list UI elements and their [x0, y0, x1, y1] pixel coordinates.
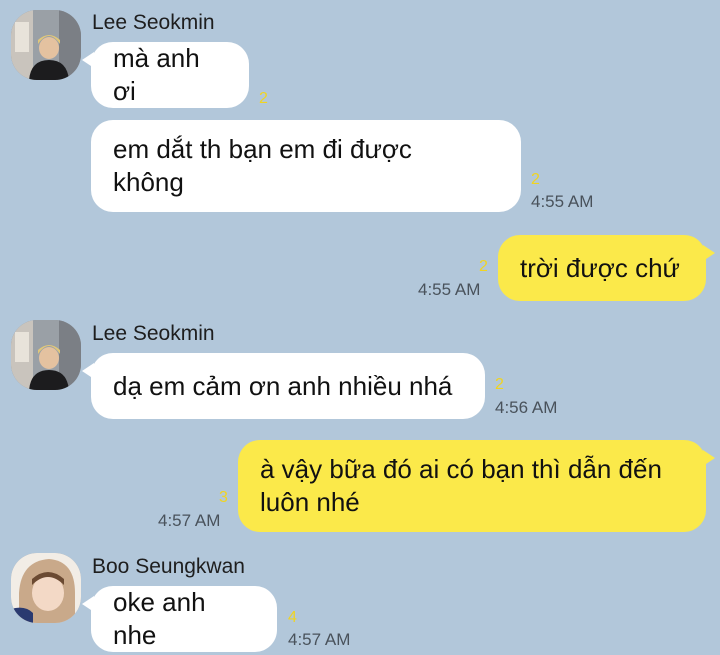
sender-name: Boo Seungkwan: [92, 555, 245, 578]
sender-name: Lee Seokmin: [92, 322, 215, 345]
message-timestamp: 4:56 AM: [495, 398, 558, 417]
avatar-lee-seokmin[interactable]: [11, 10, 81, 80]
read-count: 2: [495, 376, 504, 393]
message-timestamp: 4:55 AM: [531, 192, 594, 211]
message-text: mà anh ơi: [113, 43, 200, 106]
avatar-lee-seokmin[interactable]: [11, 320, 81, 390]
sender-name: Lee Seokmin: [92, 11, 215, 34]
avatar-photo-icon: [11, 320, 81, 390]
message-bubble-outgoing[interactable]: à vậy bữa đó ai có bạn thì dẫn đến luôn …: [238, 440, 715, 532]
message-bubble-outgoing[interactable]: trời được chứ: [498, 235, 715, 301]
message-text: dạ em cảm ơn anh nhiều nhá: [113, 370, 453, 401]
message-bubble-incoming[interactable]: mà anh ơi: [82, 42, 249, 108]
message-timestamp: 4:57 AM: [288, 630, 351, 649]
message-text: trời được chứ: [520, 252, 680, 283]
read-count: 2: [479, 258, 488, 275]
message-text: em dắt th bạn em đi được không: [113, 134, 412, 197]
read-count: 3: [219, 489, 228, 506]
message-text: oke anh nhe: [113, 587, 206, 650]
avatar-boo-seungkwan[interactable]: [11, 553, 81, 623]
read-count: 2: [531, 171, 540, 188]
read-count: 2: [259, 90, 268, 107]
message-timestamp: 4:57 AM: [158, 511, 221, 530]
message-text: à vậy bữa đó ai có bạn thì dẫn đến luôn …: [260, 454, 662, 517]
message-bubble-incoming[interactable]: em dắt th bạn em đi được không: [91, 120, 521, 212]
message-bubble-incoming[interactable]: dạ em cảm ơn anh nhiều nhá: [82, 353, 485, 419]
message-timestamp: 4:55 AM: [418, 280, 481, 299]
avatar-photo-icon: [11, 553, 81, 623]
read-count: 4: [288, 609, 297, 626]
message-bubble-incoming[interactable]: oke anh nhe: [82, 586, 277, 652]
avatar-photo-icon: [11, 10, 81, 80]
